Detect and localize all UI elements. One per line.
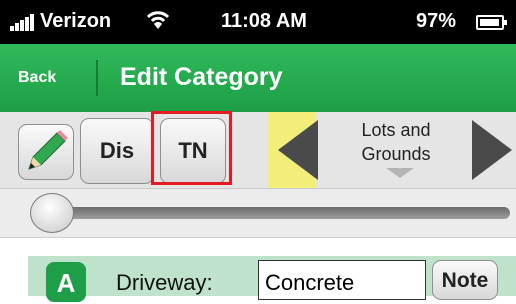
tn-callout-box bbox=[151, 111, 232, 185]
back-button[interactable]: Back bbox=[18, 60, 98, 96]
battery-percent: 97% bbox=[416, 10, 457, 32]
navigation-bar: Back Edit Category bbox=[0, 44, 516, 113]
chevron-down-icon bbox=[386, 168, 414, 178]
slider-track[interactable] bbox=[34, 207, 510, 219]
right-arrow-icon[interactable] bbox=[472, 120, 512, 180]
signal-bars-icon bbox=[10, 13, 34, 31]
carrier-name: Verizon bbox=[40, 10, 112, 32]
slider-area bbox=[0, 189, 516, 238]
left-arrow-icon[interactable] bbox=[278, 120, 318, 180]
item-value-field[interactable]: Concrete bbox=[258, 260, 426, 300]
page-title: Edit Category bbox=[120, 63, 283, 91]
item-badge: A bbox=[46, 262, 86, 302]
note-button[interactable]: Note bbox=[432, 260, 498, 300]
status-time: 11:08 AM bbox=[221, 10, 307, 32]
item-list: A Driveway: Concrete Note bbox=[0, 238, 516, 302]
list-item[interactable]: A Driveway: Concrete Note bbox=[28, 256, 516, 302]
pencil-icon bbox=[28, 130, 68, 170]
battery-icon bbox=[476, 15, 507, 30]
category-label[interactable]: Lots and Grounds bbox=[328, 118, 464, 166]
status-bar: Verizon 11:08 AM 97% bbox=[0, 0, 516, 44]
edit-button[interactable] bbox=[18, 124, 74, 180]
dis-button[interactable]: Dis bbox=[80, 118, 154, 184]
wifi-icon bbox=[146, 11, 170, 29]
slider-thumb[interactable] bbox=[30, 193, 74, 233]
item-label: Driveway: bbox=[116, 270, 213, 295]
category-text: Lots and Grounds bbox=[361, 120, 431, 164]
category-toolbar: Dis TN Lots and Grounds bbox=[0, 112, 516, 189]
